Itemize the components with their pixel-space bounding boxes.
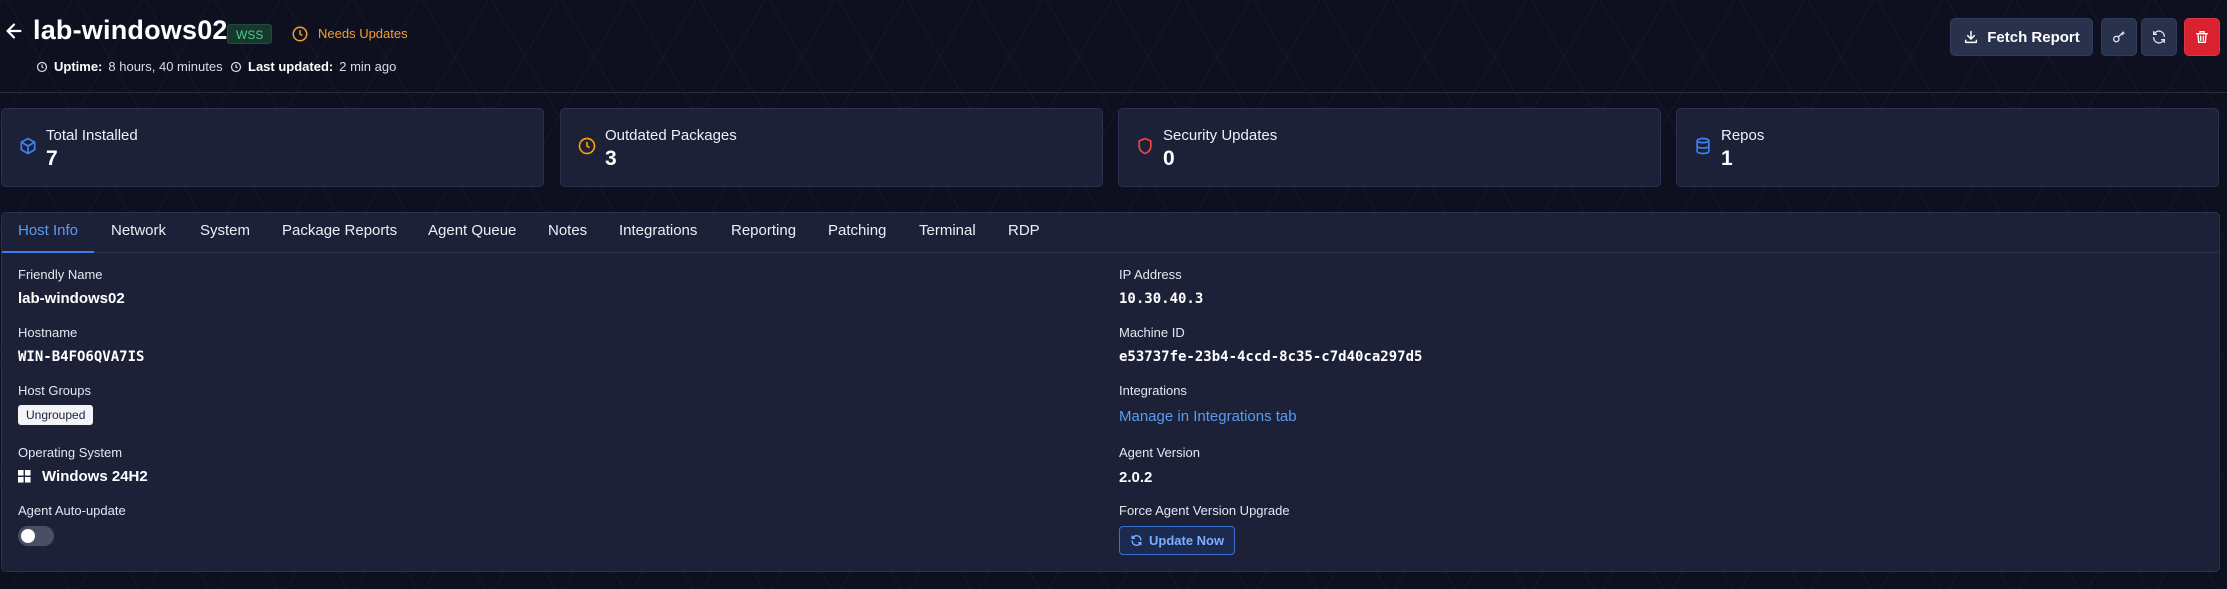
- fetch-report-label: Fetch Report: [1987, 28, 2080, 46]
- clock-icon: [36, 61, 48, 72]
- last-updated-value: 2 min ago: [339, 59, 397, 74]
- database-icon: [1693, 136, 1713, 156]
- clock-icon: [291, 25, 309, 43]
- download-icon: [1965, 30, 1978, 44]
- wss-badge: WSS: [227, 24, 273, 44]
- clock-icon: [230, 61, 242, 72]
- refresh-button[interactable]: [2141, 18, 2177, 56]
- host-details-panel: Host Info Network System Package Reports…: [1, 212, 2220, 572]
- tab-host-info[interactable]: Host Info: [2, 213, 95, 253]
- key-button[interactable]: [2101, 18, 2137, 56]
- header-divider: [0, 92, 2227, 93]
- tab-patching[interactable]: Patching: [828, 213, 886, 253]
- update-now-button[interactable]: Update Now: [1119, 526, 1236, 555]
- ip-address-value: 10.30.40.3: [1119, 291, 1204, 307]
- tab-agent-queue[interactable]: Agent Queue: [428, 213, 516, 253]
- stat-card-security-updates[interactable]: Security Updates 0: [1118, 108, 1661, 187]
- integrations-label: Integrations: [1119, 383, 1187, 398]
- status-badge: Needs Updates: [318, 26, 408, 41]
- stat-label: Outdated Packages: [605, 127, 737, 144]
- stat-label: Repos: [1721, 127, 1765, 144]
- fetch-report-button[interactable]: Fetch Report: [1950, 18, 2093, 56]
- machine-id-label: Machine ID: [1119, 325, 1185, 340]
- tab-network[interactable]: Network: [111, 213, 166, 253]
- trash-icon: [2196, 31, 2208, 43]
- toggle-knob: [21, 529, 35, 543]
- tab-bar: Host Info Network System Package Reports…: [2, 213, 2219, 253]
- box-icon: [18, 136, 38, 156]
- stat-card-total-installed[interactable]: Total Installed 7: [1, 108, 544, 187]
- machine-id-value: e53737fe-23b4-4ccd-8c35-c7d40ca297d5: [1119, 349, 1423, 365]
- os-value: Windows 24H2: [42, 468, 148, 485]
- shield-icon: [1135, 136, 1155, 156]
- manage-integrations-link[interactable]: Manage in Integrations tab: [1119, 408, 1297, 425]
- tab-notes[interactable]: Notes: [548, 213, 587, 253]
- hostname-value: WIN-B4FO6QVA7IS: [18, 349, 145, 365]
- stat-card-outdated-packages[interactable]: Outdated Packages 3: [560, 108, 1103, 187]
- last-updated-label: Last updated:: [248, 59, 334, 74]
- stat-value: 7: [46, 147, 58, 170]
- os-label: Operating System: [18, 445, 123, 460]
- stat-value: 3: [605, 147, 617, 170]
- hostname-label: Hostname: [18, 325, 78, 340]
- stat-value: 0: [1163, 147, 1175, 170]
- stat-card-repos[interactable]: Repos 1: [1676, 108, 2219, 187]
- tab-package-reports[interactable]: Package Reports: [282, 213, 397, 253]
- windows-icon: [18, 470, 32, 484]
- friendly-name-label: Friendly Name: [18, 267, 103, 282]
- auto-update-label: Agent Auto-update: [18, 503, 126, 518]
- update-now-label: Update Now: [1149, 533, 1225, 548]
- friendly-name-value: lab-windows02: [18, 290, 125, 307]
- uptime: Uptime: 8 hours, 40 minutes: [36, 59, 223, 74]
- clock-icon: [577, 136, 597, 156]
- back-arrow-icon[interactable]: [3, 20, 25, 42]
- tab-reporting[interactable]: Reporting: [731, 213, 796, 253]
- last-updated: Last updated: 2 min ago: [230, 59, 396, 74]
- refresh-icon: [1131, 535, 1142, 546]
- stat-value: 1: [1721, 147, 1733, 170]
- tab-terminal[interactable]: Terminal: [919, 213, 976, 253]
- stat-label: Security Updates: [1163, 127, 1278, 144]
- agent-version-value: 2.0.2: [1119, 469, 1153, 486]
- auto-update-toggle[interactable]: [18, 526, 54, 546]
- key-icon: [2113, 31, 2125, 43]
- tab-system[interactable]: System: [200, 213, 250, 253]
- stat-label: Total Installed: [46, 127, 138, 144]
- delete-button[interactable]: [2184, 18, 2220, 56]
- host-groups-label: Host Groups: [18, 383, 91, 398]
- host-group-chip[interactable]: Ungrouped: [18, 405, 94, 425]
- tab-integrations[interactable]: Integrations: [619, 213, 697, 253]
- force-upgrade-label: Force Agent Version Upgrade: [1119, 503, 1290, 518]
- host-header: lab-windows02 WSS Needs Updates Uptime: …: [0, 0, 2227, 92]
- uptime-value: 8 hours, 40 minutes: [108, 59, 223, 74]
- ip-address-label: IP Address: [1119, 267, 1182, 282]
- tab-rdp[interactable]: RDP: [1008, 213, 1040, 253]
- refresh-icon: [2153, 30, 2165, 44]
- uptime-label: Uptime:: [54, 59, 103, 74]
- agent-version-label: Agent Version: [1119, 445, 1200, 460]
- page-title: lab-windows02: [33, 15, 228, 45]
